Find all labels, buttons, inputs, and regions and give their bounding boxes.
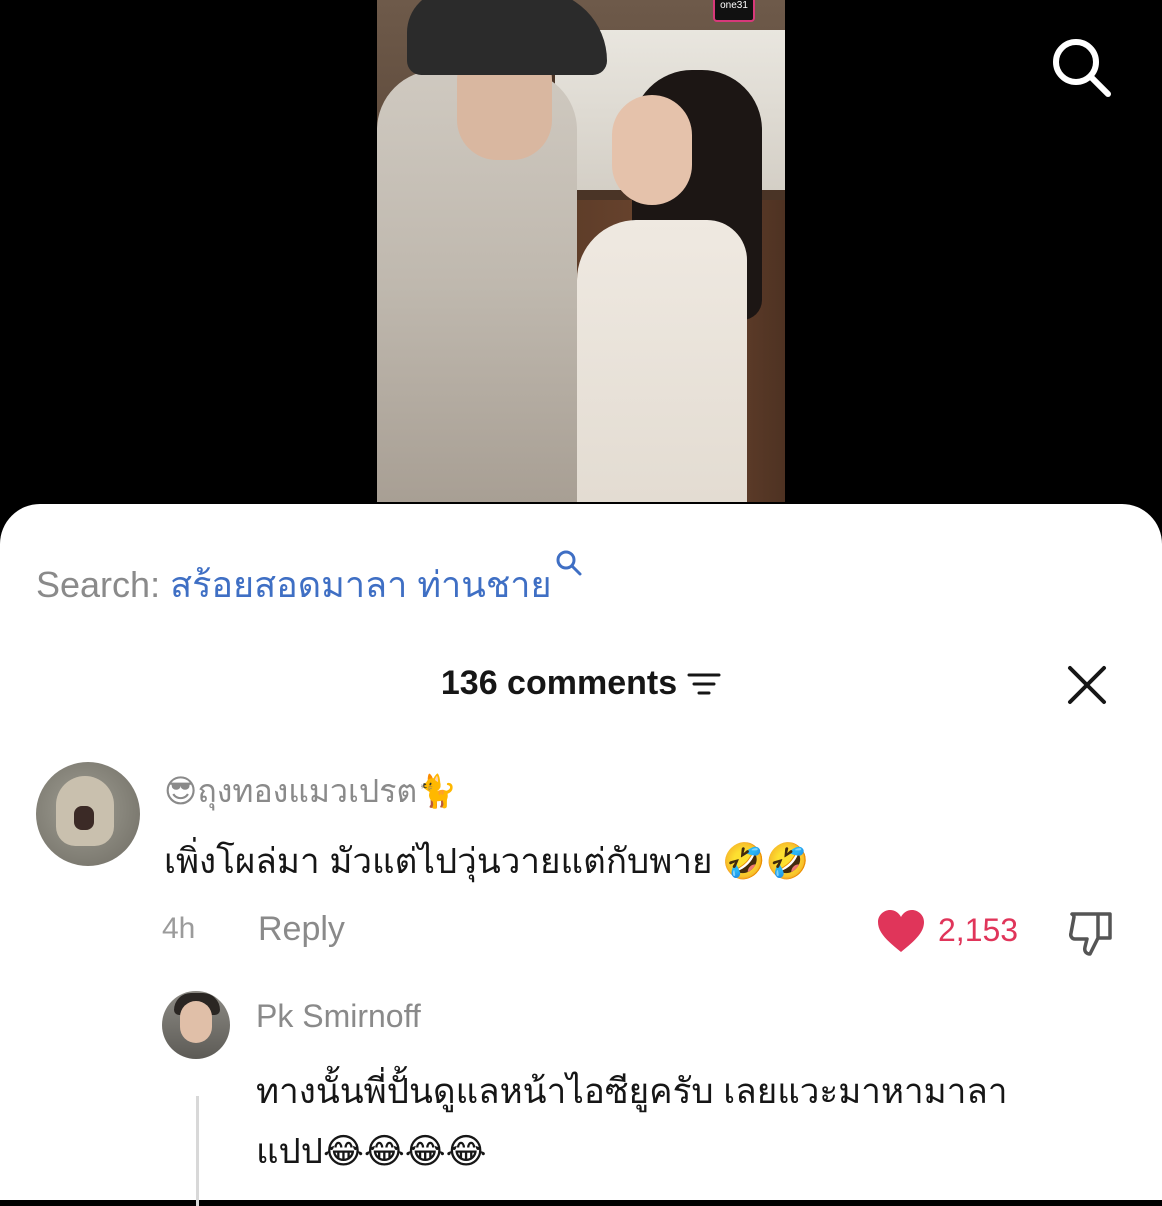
reply-avatar[interactable] bbox=[162, 991, 230, 1059]
reply-button[interactable]: Reply bbox=[258, 910, 345, 949]
reply-text-line-1: ทางนั้นพี่ปั้นดูแลหน้าไอซียูครับ เลยแวะม… bbox=[256, 1072, 1008, 1111]
video-scene-woman bbox=[577, 220, 747, 502]
video-thumbnail[interactable]: one31 bbox=[377, 0, 785, 502]
thumbs-down-icon[interactable] bbox=[1066, 908, 1116, 958]
reply-text-line-2: แปป😂😂😂😂 bbox=[256, 1132, 487, 1171]
reply-thread-line bbox=[196, 1096, 199, 1206]
filter-icon[interactable] bbox=[687, 672, 721, 696]
comment-text: เพิ่งโผล่มา มัวแต่ไปวุ่นวายแต่กับพาย 🤣🤣 bbox=[164, 842, 810, 881]
search-suggestion[interactable]: Search: สร้อยสอดมาลา ท่านชาย bbox=[36, 550, 584, 613]
like-count: 2,153 bbox=[938, 912, 1019, 948]
search-mini-icon bbox=[556, 550, 582, 576]
comments-count-button[interactable]: 136 comments bbox=[441, 664, 721, 703]
heart-icon[interactable] bbox=[876, 908, 926, 954]
close-icon[interactable] bbox=[1066, 664, 1108, 706]
comment-username[interactable]: 😎ถุงทองแมวเปรต🐈 bbox=[164, 766, 457, 817]
search-icon[interactable] bbox=[1048, 34, 1114, 100]
video-scene-woman-face bbox=[612, 95, 692, 205]
video-scene-cap bbox=[407, 0, 607, 75]
comments-sheet: Search: สร้อยสอดมาลา ท่านชาย 136 comment… bbox=[0, 504, 1162, 1206]
avatar-cat-mouth bbox=[74, 806, 94, 830]
comment-timestamp: 4h bbox=[162, 912, 196, 945]
search-label: Search: bbox=[36, 564, 161, 605]
reply-username[interactable]: Pk Smirnoff bbox=[256, 998, 421, 1035]
search-query-link[interactable]: สร้อยสอดมาลา ท่านชาย bbox=[170, 564, 552, 605]
comments-count: 136 comments bbox=[440, 664, 678, 702]
comments-header: 136 comments bbox=[0, 664, 1162, 703]
reply-avatar-face bbox=[180, 1001, 212, 1043]
channel-logo: one31 bbox=[713, 0, 755, 22]
avatar[interactable] bbox=[36, 762, 140, 866]
video-player[interactable]: one31 bbox=[0, 0, 1162, 540]
